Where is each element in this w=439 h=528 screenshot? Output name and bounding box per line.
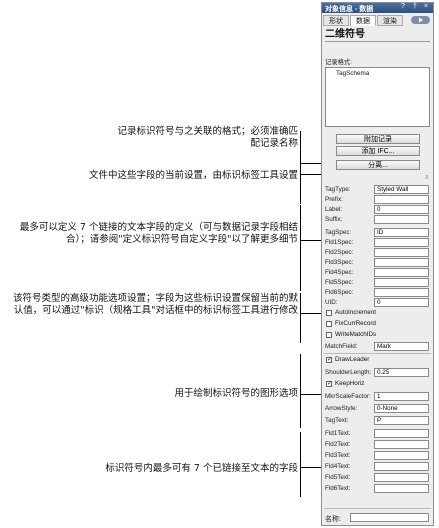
close-icon[interactable]: × [424,3,428,10]
divider [324,508,431,509]
field-label: Suffix: [325,216,343,223]
fld3-text-field[interactable] [374,451,429,460]
annotation-graphic-options: 用于绘制标识符号的图形选项 [174,388,298,399]
annotation-bracket [300,354,301,428]
field-label: Label: [325,206,343,213]
play-icon [419,17,423,23]
checkbox-label: AutoIncrement [335,309,376,316]
field-label: Fld3Text: [325,452,351,459]
fld1-text-field[interactable] [374,429,429,438]
resize-grip-icon[interactable]: ≡ [425,175,429,181]
field-label: Prefix: [325,196,343,203]
tab-menu-icon[interactable] [411,16,430,24]
field-label: Fld4Spec: [325,269,354,276]
field-label: Fld2Spec: [325,249,354,256]
keep-horiz-checkbox[interactable]: ✓ [326,381,332,387]
annotation-bracket [300,293,301,343]
fld4-text-field[interactable] [374,462,429,471]
match-field[interactable]: Mark [374,342,429,351]
field-label: Fld3Spec: [325,259,354,266]
field-label: Fld6Text: [325,485,351,492]
field-label: Fld1Spec: [325,239,354,246]
label-field[interactable]: 0 [374,205,429,214]
name-label: 名称: [325,516,341,523]
fix-curr-record-checkbox[interactable] [326,321,332,327]
annotation-bracket [300,174,322,175]
annotation-bracket [300,163,322,164]
record-format-list[interactable]: TagSchema [325,67,430,127]
annotation-bracket [300,313,322,314]
field-label: TagText: [325,417,349,424]
annotation-current-settings: 文件中这些字段的当前设置，由标识标签工具设置 [88,170,298,181]
annotation-advanced-options: 该符号类型的高级功能选项设置；字段为这些标识设置保留当前的默认值，可以通过"标识… [12,293,298,316]
checkbox-label: KeepHoriz [335,380,365,387]
tag-type-field[interactable]: Styled Wall [374,185,429,194]
mkr-scale-field[interactable]: 1 [374,392,429,401]
tag-text-field[interactable]: P [374,416,429,425]
field-label: TagType: [325,186,351,193]
help-icon[interactable]: ? [401,3,405,10]
tag-spec-field[interactable]: ID [374,228,429,237]
annotation-bracket [300,131,301,164]
annotation-bracket [300,205,301,291]
annotation-record-format: 记录标识符号与之关联的格式；必须准确匹配记录名称 [117,126,298,149]
add-ifc-button[interactable]: 添加 IFC... [336,146,420,156]
object-info-palette: 对象信息 - 数据 ? † × 形状 数据 渲染 二维符号 记录格式: TagS… [321,2,434,526]
palette-title: 对象信息 - 数据 [325,6,374,13]
prefix-field[interactable] [374,195,429,204]
uid-field[interactable]: 0 [374,298,429,307]
shoulder-length-label: ShoulderLength: [325,369,372,376]
suffix-field[interactable] [374,215,429,224]
annotation-bracket [300,432,301,497]
fld6-spec-field[interactable] [374,288,429,297]
tab-shape[interactable]: 形状 [323,15,349,26]
annotation-text-fields: 标识符号内最多可有 7 个已链接至文本的字段 [105,463,298,474]
fld2-spec-field[interactable] [374,248,429,257]
field-label: Fld6Spec: [325,289,354,296]
checkbox-label: DrawLeader [335,356,370,363]
annotation-bracket [300,164,301,204]
annotation-bracket [300,467,322,468]
divider [324,353,431,354]
field-label: Fld1Text: [325,430,351,437]
checkbox-label: WriteMatchIDs [335,331,377,338]
fld4-spec-field[interactable] [374,268,429,277]
checkbox-label: FixCurrRecord [335,320,376,327]
fld5-text-field[interactable] [374,473,429,482]
arrow-style-label: ArrowStyle: [325,405,358,412]
name-field[interactable] [350,513,429,522]
shoulder-length-field[interactable]: 0.25 [374,368,429,377]
annotation-bracket [300,240,322,241]
mkr-scale-label: MkrScaleFactor: [325,393,371,400]
field-label: Fld2Text: [325,441,351,448]
fld3-spec-field[interactable] [374,258,429,267]
field-label: Fld5Spec: [325,279,354,286]
field-label: UID: [325,299,338,306]
palette-titlebar[interactable]: 对象信息 - 数据 ? † × [322,3,433,13]
field-label: Fld5Text: [325,474,351,481]
annotation-linked-fields: 最多可以定义 7 个链接的文本字段的定义（可与数据记录字段相结合）；请参阅"定义… [19,222,298,245]
list-item[interactable]: TagSchema [336,70,369,77]
write-match-ids-checkbox[interactable] [326,332,332,338]
classify-button[interactable]: 分离... [336,160,420,170]
annotation-bracket [300,394,322,395]
fld6-text-field[interactable] [374,484,429,493]
draw-leader-checkbox[interactable]: ✓ [326,357,332,363]
record-format-label: 记录格式: [325,59,352,66]
palette-tabs: 形状 数据 渲染 [323,15,432,27]
arrow-style-select[interactable]: 0-None [374,404,429,413]
field-label: Fld4Text: [325,463,351,470]
fld1-spec-field[interactable] [374,238,429,247]
match-field-label: MatchField: [325,343,358,350]
attach-record-button[interactable]: 附加记录 [336,134,420,144]
fld5-spec-field[interactable] [374,278,429,287]
fld2-text-field[interactable] [374,440,429,449]
auto-increment-checkbox[interactable] [326,310,332,316]
tab-data[interactable]: 数据 [350,15,376,26]
field-label: TagSpec: [325,229,352,236]
pin-icon[interactable]: † [413,3,417,10]
symbol-type-title: 二维符号 [325,29,430,42]
tab-render[interactable]: 渲染 [377,15,403,26]
